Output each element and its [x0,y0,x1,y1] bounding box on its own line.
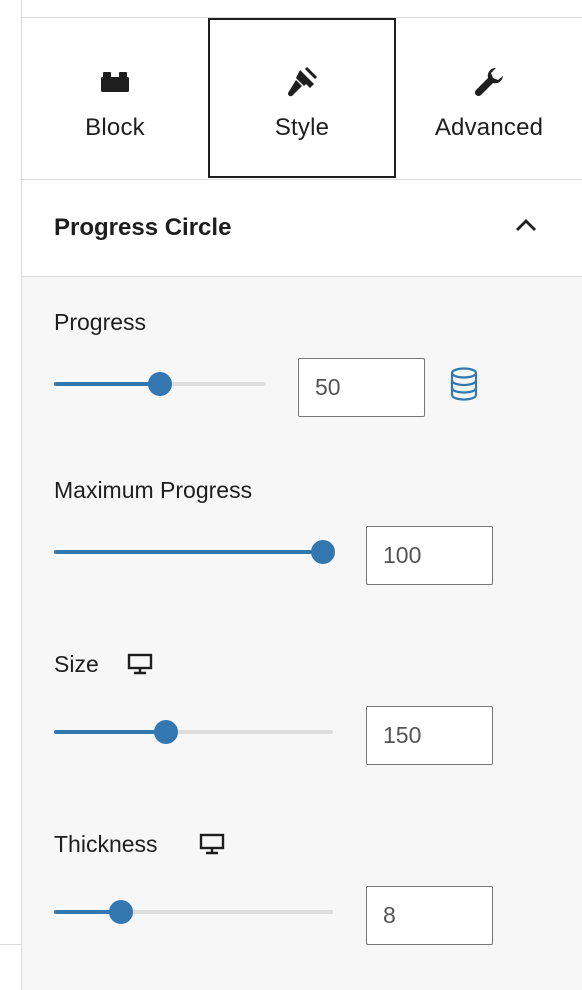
sidebar-top-bar [22,0,582,18]
size-slider[interactable] [54,720,333,744]
thickness-label: Thickness [54,831,158,857]
panel-header-progress-circle[interactable]: Progress Circle [22,180,582,277]
progress-slider[interactable] [54,372,266,396]
tab-block-label: Block [85,114,145,141]
brush-icon [286,64,318,100]
slider-fill [54,382,160,386]
slider-thumb[interactable] [148,372,172,396]
inspector-tabs: Block Style Advanced [22,18,582,180]
max-progress-input[interactable]: 100 [366,526,493,585]
size-input[interactable]: 150 [366,706,493,765]
tab-style[interactable]: Style [208,18,396,178]
panel-title: Progress Circle [54,214,232,241]
block-icon [101,64,129,100]
desktop-icon[interactable] [127,653,153,680]
max-progress-slider[interactable] [54,540,335,564]
database-icon[interactable] [449,367,479,406]
slider-fill [54,730,166,734]
chevron-up-icon[interactable] [512,214,540,238]
size-label: Size [54,651,99,677]
slider-thumb[interactable] [311,540,335,564]
slider-thumb[interactable] [108,900,133,924]
thickness-slider[interactable] [54,900,333,924]
progress-input[interactable]: 50 [298,358,425,417]
tab-block[interactable]: Block [22,18,208,176]
tab-style-label: Style [274,114,330,141]
canvas-divider [0,944,21,945]
slider-thumb[interactable] [153,720,178,744]
tab-advanced-label: Advanced [434,114,544,141]
thickness-input[interactable]: 8 [366,886,493,945]
editor-canvas-edge [0,0,22,990]
progress-label: Progress [54,309,147,335]
max-progress-label: Maximum Progress [54,477,253,503]
wrench-icon [473,64,505,100]
desktop-icon[interactable] [199,833,225,860]
tab-advanced[interactable]: Advanced [396,18,582,176]
slider-fill [54,550,323,554]
